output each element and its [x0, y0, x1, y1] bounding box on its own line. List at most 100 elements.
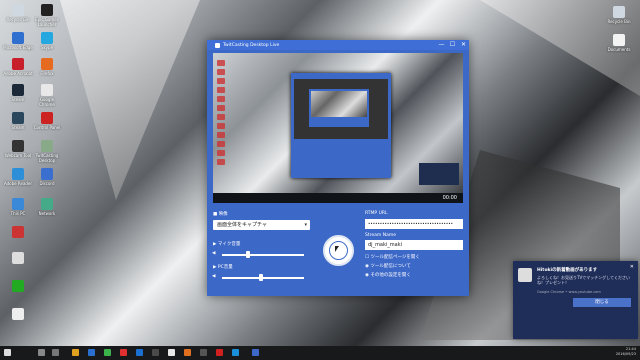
option-settings[interactable]: ◉ その他の設定を開く	[365, 272, 411, 278]
desktop-icon[interactable]: Recycle Bin	[3, 4, 33, 22]
desktop-icon[interactable]: Recycle Bin	[604, 6, 634, 24]
app-icon	[41, 4, 53, 16]
app-icon	[12, 252, 24, 264]
rtmp-url-field[interactable]: ••••••••••••••••••••••••••••••••••••	[365, 219, 463, 229]
notification-toast[interactable]: Hitokiの新着動画があります よろしくね！お見送りTVでマッチングしてくださ…	[513, 261, 638, 339]
window-titlebar[interactable]: TwitCasting Desktop Live — ☐ ✕	[207, 40, 469, 50]
option-open-page[interactable]: ☐ ツール配信ページを開く	[365, 254, 420, 260]
browser-icon	[41, 58, 53, 70]
pc-audio-label: ▶ PC音量	[213, 265, 233, 270]
app-icon	[41, 168, 53, 180]
mic-label: ▶ マイク音量	[213, 242, 241, 247]
minimize-button[interactable]: —	[436, 40, 447, 50]
desktop-icon[interactable]: Webcam Tool	[3, 140, 33, 158]
app-taskbar-icon[interactable]	[216, 349, 223, 356]
desktop-icon[interactable]: Skype	[32, 32, 62, 50]
capture-select[interactable]: 画面全体をキャプチャ ▾	[213, 220, 310, 230]
app-icon	[12, 280, 24, 292]
desktop-icon[interactable]: Epic Games Launcher	[32, 4, 62, 27]
notification-body: よろしくね！お見送りTVでマッチングしてくださいね！プレゼント！	[537, 275, 630, 285]
preview-window	[291, 73, 391, 178]
task-view-icon[interactable]	[52, 349, 59, 356]
desktop-icon[interactable]	[3, 280, 33, 293]
app-taskbar-icon[interactable]	[136, 349, 143, 356]
option-about[interactable]: ◉ ツール配信について	[365, 263, 411, 269]
browser-icon	[41, 84, 53, 96]
recycle-bin-icon	[613, 6, 625, 18]
search-icon[interactable]	[38, 349, 45, 356]
firefox-icon[interactable]	[184, 349, 191, 356]
wallpaper-shard	[480, 0, 640, 96]
app-icon	[41, 140, 53, 152]
desktop-icon[interactable]: Documents	[604, 34, 634, 52]
edge-icon[interactable]	[88, 349, 95, 356]
pc-slider-handle[interactable]	[259, 274, 264, 281]
desktop-icon[interactable]: TwitCasting Desktop	[32, 140, 62, 163]
mic-slider-track[interactable]	[222, 254, 304, 256]
app-icon	[12, 58, 24, 70]
desktop-icon[interactable]: Adobe Reader	[3, 168, 33, 186]
desktop-icon[interactable]: Steam	[3, 84, 33, 102]
notification-dismiss-button[interactable]: 閉じる	[573, 298, 631, 307]
stream-name-label: Stream Name	[365, 233, 396, 238]
close-icon[interactable]: ✕	[630, 264, 634, 270]
desktop-icon[interactable]	[3, 308, 33, 321]
recycle-bin-icon	[12, 4, 24, 16]
file-explorer-icon[interactable]	[72, 349, 79, 356]
taskbar	[0, 346, 640, 360]
desktop-icon[interactable]: Firefox	[32, 58, 62, 76]
notification-source: Google Chrome • www.youtube.com	[537, 290, 601, 294]
preview-toast	[419, 163, 459, 185]
capture-preview: 00:00	[213, 53, 463, 203]
preview-icons	[215, 57, 229, 168]
notification-avatar	[518, 268, 532, 282]
app-icon	[41, 32, 53, 44]
app-icon	[12, 226, 24, 238]
app-icon	[12, 112, 24, 124]
browser-icon	[12, 32, 24, 44]
network-icon	[41, 198, 53, 210]
stream-name-field[interactable]: dj_maki_maki	[365, 240, 463, 250]
desktop-icon[interactable]: This PC	[3, 198, 33, 216]
start-icon[interactable]	[4, 349, 11, 356]
app-icon	[12, 308, 24, 320]
app-icon	[12, 168, 24, 180]
desktop-icon[interactable]: Network	[32, 198, 62, 216]
app-taskbar-icon[interactable]	[104, 349, 111, 356]
desktop-icon[interactable]: Google Chrome	[32, 84, 62, 107]
app-icon	[12, 84, 24, 96]
chevron-down-icon: ▾	[304, 222, 307, 228]
app-icon	[12, 140, 24, 152]
speaker-icon: ◀	[212, 274, 216, 279]
video-label: ■ 映像	[213, 212, 228, 217]
twitcasting-taskbar-icon[interactable]	[252, 349, 259, 356]
speaker-icon: ◀	[212, 251, 216, 256]
app-taskbar-icon[interactable]	[120, 349, 127, 356]
desktop-icon[interactable]: Microsoft Edge	[3, 32, 33, 50]
rtmp-label: RTMP URL	[365, 211, 388, 216]
desktop-icon[interactable]: Discord	[32, 168, 62, 186]
desktop-icon[interactable]: Adobe Acrobat	[3, 58, 33, 76]
app-taskbar-icon[interactable]	[152, 349, 159, 356]
app-icon	[41, 112, 53, 124]
maximize-button[interactable]: ☐	[447, 40, 458, 50]
app-taskbar-icon[interactable]	[200, 349, 207, 356]
close-button[interactable]: ✕	[458, 40, 469, 50]
notification-title: Hitokiの新着動画があります	[537, 268, 598, 273]
wallpaper-shard	[60, 0, 200, 200]
window-title: TwitCasting Desktop Live	[207, 42, 279, 48]
chrome-icon[interactable]	[168, 349, 175, 356]
computer-icon	[12, 198, 24, 210]
preview-taskbar	[213, 193, 463, 203]
mouse-cursor-icon	[335, 246, 339, 252]
desktop-icon[interactable]: Steam	[3, 112, 33, 130]
desktop-icon[interactable]	[3, 252, 33, 265]
mic-slider-handle[interactable]	[246, 251, 251, 258]
desktop-icon[interactable]	[3, 226, 33, 239]
system-clock[interactable]: 21:44 2016/09/23	[616, 347, 636, 357]
desktop-icon[interactable]: Control Panel	[32, 112, 62, 130]
app-logo-icon	[215, 42, 220, 48]
document-icon	[613, 34, 625, 46]
app-taskbar-icon[interactable]	[232, 349, 239, 356]
preview-time: 00:00	[442, 195, 457, 201]
